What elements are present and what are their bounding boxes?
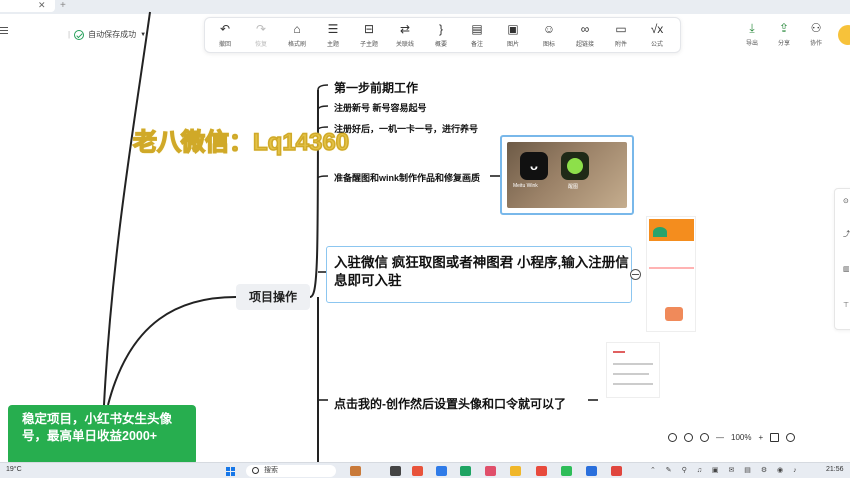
zoom-controls: — 100% + xyxy=(668,433,796,442)
node-image[interactable]: ᴗ Meitu Wink 醒图 xyxy=(500,135,634,215)
thumbnail-image[interactable] xyxy=(646,216,696,332)
system-tray[interactable]: ⌃ ✎ ⚲ ♫ ▣ ✉ ▤ ⚙ ◉ ♪ xyxy=(650,466,801,474)
app-icon[interactable] xyxy=(390,466,401,476)
app-icon[interactable] xyxy=(586,466,597,476)
wink-app-icon: ᴗ xyxy=(520,152,548,180)
app-icon[interactable] xyxy=(611,466,622,476)
wechat-icon[interactable] xyxy=(561,466,572,476)
zoom-out-button[interactable]: — xyxy=(716,433,724,442)
right-side-panel[interactable]: ⊙ ⤴ ▥ ⊤ xyxy=(834,188,850,330)
locate-icon[interactable] xyxy=(700,433,709,442)
app-icon[interactable] xyxy=(460,466,471,476)
outline-icon[interactable]: ⊤ xyxy=(843,301,849,309)
folder-icon[interactable] xyxy=(510,466,521,476)
search-icon[interactable] xyxy=(668,433,677,442)
fit-screen-icon[interactable] xyxy=(770,433,780,442)
zoom-in-button[interactable]: + xyxy=(758,433,763,442)
node-last-step[interactable]: 点击我的-创作然后设置头像和口令就可以了 xyxy=(334,395,566,412)
app-icon[interactable] xyxy=(350,466,361,476)
app1-label: Meitu Wink xyxy=(513,183,538,189)
weather-text[interactable]: 19°C xyxy=(6,466,22,473)
node-prepare[interactable]: 准备醒图和wink制作作品和修复画质 xyxy=(334,171,480,184)
app-window: ✕ + | 自动保存成功 ▼ ↶ 撤回 ↷ 恢复 ⌂ 格式刷 ☰ 主题 ⊟ 子主题 ⇄ 关联线} 概要 ▤… xyxy=(0,0,850,478)
os-taskbar: 19°C 搜索 ⌃ ✎ ⚲ ♫ ▣ ✉ ▤ ⚙ ◉ ♪ 21:56 xyxy=(0,462,850,478)
app-icon[interactable] xyxy=(436,466,447,476)
node-step1[interactable]: 第一步前期工作 xyxy=(334,79,418,96)
promo-card: 稳定项目，小红书女生头像号，最高单日收益2000+ xyxy=(8,405,196,465)
node-main-topic[interactable]: 项目操作 xyxy=(236,284,310,310)
more-icon[interactable] xyxy=(786,433,796,442)
clock[interactable]: 21:56 xyxy=(826,466,844,473)
windows-start-icon[interactable] xyxy=(226,467,235,476)
canvas-icon[interactable]: ▥ xyxy=(843,265,850,273)
node-register[interactable]: 注册新号 新号容易起号 xyxy=(334,101,427,114)
node-join[interactable]: 入驻微信 疯狂取图或者神图君 小程序,输入注册信息即可入驻 xyxy=(334,254,630,290)
app-icon[interactable] xyxy=(536,466,547,476)
node-raise-account[interactable]: 注册好后，一机一卡一号，进行养号 xyxy=(334,122,478,135)
collapse-handle-icon[interactable] xyxy=(630,269,641,280)
structure-icon[interactable]: ⤴ xyxy=(843,229,850,239)
hand-icon[interactable] xyxy=(684,433,693,442)
taskbar-search[interactable]: 搜索 xyxy=(246,465,336,477)
app-icon[interactable] xyxy=(412,466,423,476)
style-icon[interactable]: ⊙ xyxy=(843,197,849,205)
thumbnail-image-2[interactable] xyxy=(606,342,660,398)
app-screenshot-image: ᴗ Meitu Wink 醒图 xyxy=(507,142,627,208)
watermark-text: 老八微信：Lq14360 xyxy=(132,128,350,157)
xingtu-app-icon xyxy=(561,152,589,180)
app2-label: 醒图 xyxy=(568,184,579,190)
app-icon[interactable] xyxy=(485,466,496,476)
zoom-level: 100% xyxy=(731,433,752,442)
